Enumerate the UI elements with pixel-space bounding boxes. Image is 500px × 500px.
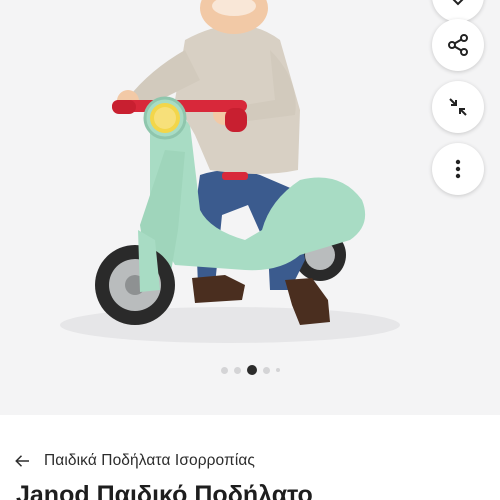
arrow-left-icon xyxy=(15,455,29,467)
breadcrumb[interactable]: Παιδικά Ποδήλατα Ισορροπίας xyxy=(14,449,255,473)
collapse-button[interactable] xyxy=(432,81,484,133)
more-vertical-icon xyxy=(455,159,461,179)
more-options-button[interactable] xyxy=(432,143,484,195)
gallery-dot[interactable] xyxy=(275,368,280,372)
product-photo xyxy=(60,0,400,343)
product-image-gallery[interactable] xyxy=(0,0,500,415)
breadcrumb-label[interactable]: Παιδικά Ποδήλατα Ισορροπίας xyxy=(44,452,255,470)
gallery-pagination xyxy=(0,364,500,376)
share-icon xyxy=(448,34,468,56)
product-title: Janod Παιδικό Ποδήλατο xyxy=(16,481,313,500)
gallery-dot[interactable] xyxy=(262,366,270,374)
gallery-dot[interactable] xyxy=(233,366,241,374)
gallery-dot-active[interactable] xyxy=(246,365,257,375)
share-button[interactable] xyxy=(432,19,484,71)
gallery-dot[interactable] xyxy=(220,366,228,374)
collapse-arrows-icon xyxy=(449,98,467,116)
heart-icon xyxy=(452,0,464,6)
